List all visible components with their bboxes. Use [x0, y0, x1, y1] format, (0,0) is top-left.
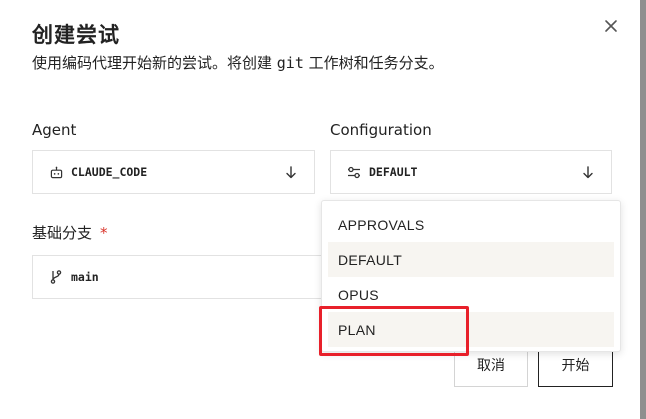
close-icon: [605, 20, 617, 32]
description-code: git: [276, 54, 304, 72]
sliders-icon: [347, 165, 361, 179]
close-button[interactable]: [597, 12, 625, 40]
dialog-description: 使用编码代理开始新的尝试。将创建 git 工作树和任务分支。: [32, 52, 444, 73]
option-default[interactable]: DEFAULT: [328, 242, 614, 277]
base-branch-value: main: [71, 270, 99, 284]
base-branch-label: 基础分支 *: [32, 222, 108, 243]
option-opus[interactable]: OPUS: [328, 277, 614, 312]
bot-icon: [49, 165, 63, 179]
dialog-title: 创建尝试: [32, 23, 120, 47]
configuration-select-value: DEFAULT: [369, 165, 418, 179]
base-branch-select[interactable]: main: [32, 255, 332, 299]
git-branch-icon: [49, 270, 63, 284]
configuration-label: Configuration: [330, 121, 432, 139]
configuration-dropdown: APPROVALS DEFAULT OPUS PLAN: [321, 200, 621, 352]
option-approvals[interactable]: APPROVALS: [328, 207, 614, 242]
base-branch-label-text: 基础分支: [32, 224, 93, 242]
arrow-down-icon: [284, 165, 298, 179]
arrow-down-icon: [581, 165, 595, 179]
agent-label: Agent: [32, 121, 77, 139]
required-marker: *: [100, 224, 108, 242]
configuration-select[interactable]: DEFAULT: [330, 150, 612, 194]
agent-select[interactable]: CLAUDE_CODE: [32, 150, 315, 194]
agent-select-value: CLAUDE_CODE: [71, 165, 148, 179]
option-plan[interactable]: PLAN: [328, 312, 614, 347]
description-text: 使用编码代理开始新的尝试。将创建: [32, 54, 277, 72]
description-text-end: 工作树和任务分支。: [303, 54, 444, 72]
